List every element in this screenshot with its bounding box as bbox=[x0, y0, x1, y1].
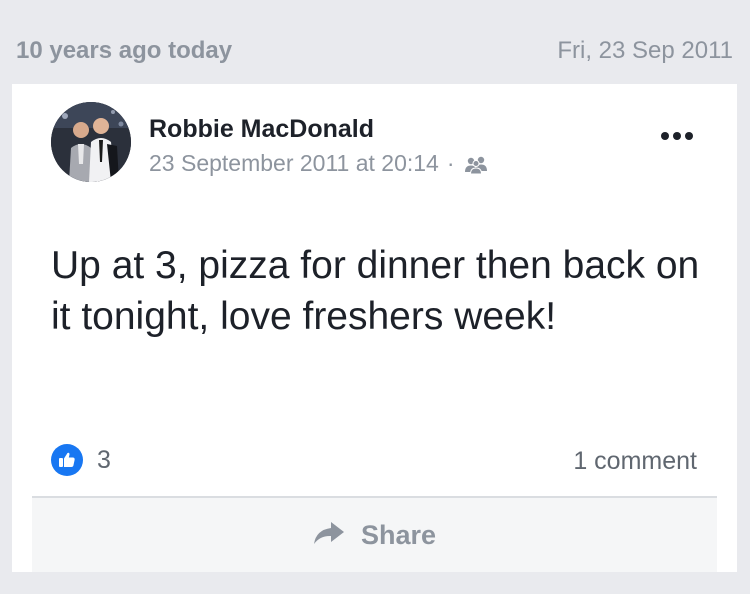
post-timestamp[interactable]: 23 September 2011 at 20:14 bbox=[149, 149, 439, 177]
author-name[interactable]: Robbie MacDonald bbox=[149, 114, 374, 144]
share-arrow-icon bbox=[313, 522, 344, 544]
share-label: Share bbox=[360, 520, 437, 550]
reactions-summary[interactable]: 3 bbox=[51, 444, 111, 476]
friends-icon[interactable] bbox=[463, 153, 489, 175]
post-meta: 23 September 2011 at 20:14 · bbox=[149, 149, 489, 177]
avatar[interactable] bbox=[51, 102, 131, 182]
avatar-photo bbox=[51, 102, 131, 182]
meta-separator: · bbox=[446, 150, 455, 176]
memory-date-label: Fri, 23 Sep 2011 bbox=[557, 37, 733, 64]
share-button[interactable]: Share bbox=[32, 498, 717, 572]
more-options-icon bbox=[661, 132, 693, 140]
memory-header: 10 years ago today Fri, 23 Sep 2011 bbox=[0, 0, 750, 84]
reaction-count: 3 bbox=[97, 446, 111, 474]
post-text: Up at 3, pizza for dinner then back on i… bbox=[51, 244, 700, 338]
memory-when-label: 10 years ago today bbox=[16, 37, 233, 64]
comment-count-link[interactable]: 1 comment bbox=[573, 445, 697, 477]
like-icon bbox=[51, 444, 83, 476]
more-options-button[interactable] bbox=[657, 124, 697, 148]
post-card: Robbie MacDonald 23 September 2011 at 20… bbox=[12, 84, 737, 572]
